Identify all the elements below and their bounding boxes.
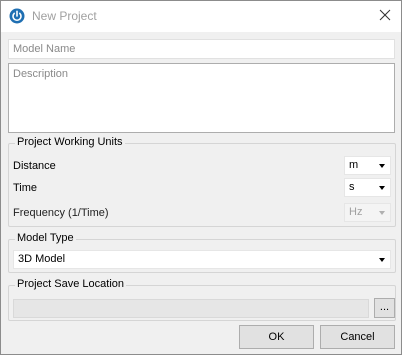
ok-button[interactable]: OK: [239, 325, 314, 349]
model-type-label: Model Type: [15, 232, 76, 244]
close-icon: [379, 9, 391, 24]
chevron-down-icon: [379, 258, 385, 262]
distance-select[interactable]: m: [344, 156, 391, 175]
cancel-button[interactable]: Cancel: [320, 325, 395, 349]
close-button[interactable]: [369, 1, 401, 32]
description-textarea[interactable]: Description: [8, 63, 395, 133]
chevron-down-icon: [379, 164, 385, 168]
new-project-dialog: New Project Model Name Description Proje…: [0, 0, 402, 355]
time-label: Time: [13, 182, 38, 194]
model-type-select[interactable]: 3D Model: [13, 250, 391, 269]
chevron-down-icon: [379, 211, 385, 215]
distance-value: m: [349, 159, 359, 171]
save-location-path[interactable]: [13, 299, 369, 318]
model-type-value: 3D Model: [18, 253, 66, 265]
browse-button[interactable]: ...: [374, 298, 395, 318]
power-icon: [9, 8, 25, 24]
working-units-label: Project Working Units: [15, 136, 125, 148]
frequency-select: Hz: [344, 203, 391, 222]
title-bar: New Project: [1, 1, 401, 32]
window-title: New Project: [32, 9, 97, 23]
save-location-group: Project Save Location ...: [8, 278, 396, 321]
save-location-label: Project Save Location: [15, 278, 127, 290]
model-name-input[interactable]: Model Name: [8, 39, 395, 59]
model-type-group: Model Type 3D Model: [8, 232, 396, 273]
distance-label: Distance: [13, 160, 56, 172]
frequency-label: Frequency (1/Time): [13, 207, 109, 219]
chevron-down-icon: [379, 186, 385, 190]
working-units-group: Project Working Units Distance m Time s …: [8, 136, 396, 227]
time-value: s: [349, 181, 355, 193]
time-select[interactable]: s: [344, 178, 391, 197]
frequency-value: Hz: [349, 206, 363, 218]
